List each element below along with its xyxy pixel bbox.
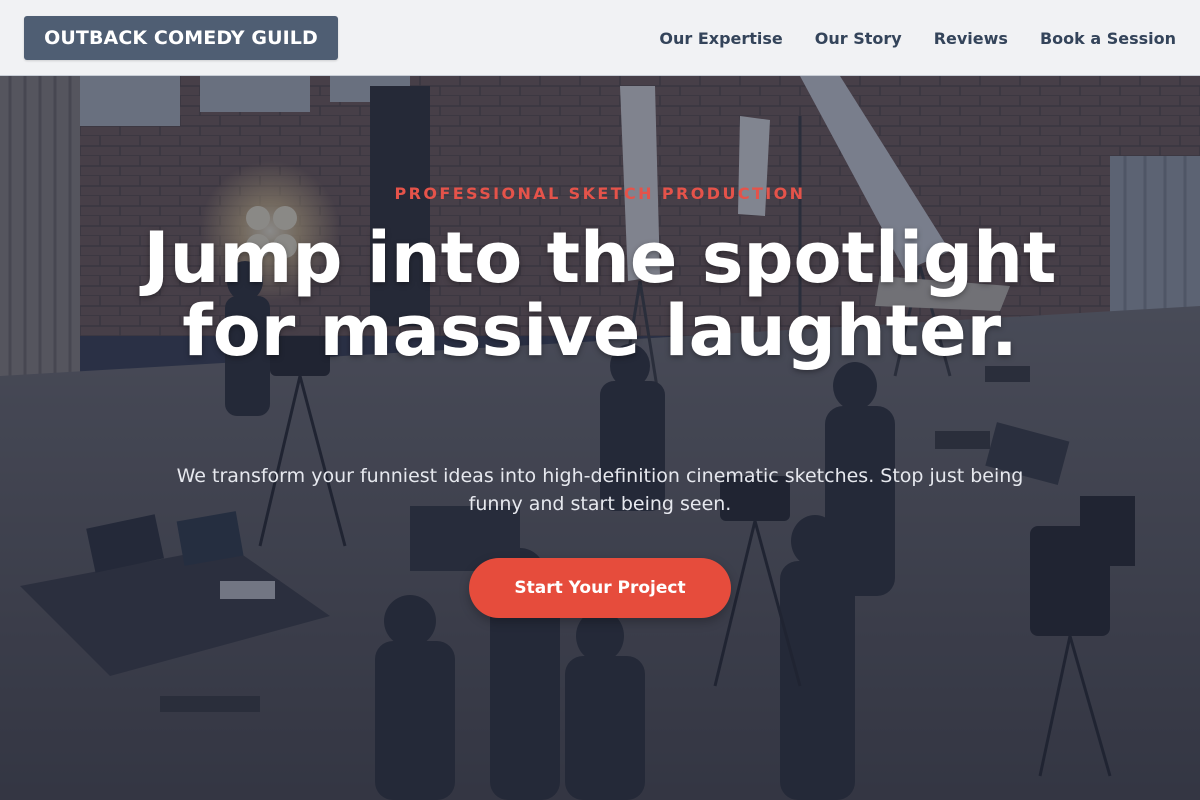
hero-content: PROFESSIONAL SKETCH PRODUCTION Jump into… [0,76,1200,800]
nav-link-book-a-session[interactable]: Book a Session [1040,29,1176,48]
hero-eyebrow: PROFESSIONAL SKETCH PRODUCTION [394,184,806,203]
nav-link-reviews[interactable]: Reviews [934,29,1008,48]
main-nav: Our Expertise Our Story Reviews Book a S… [659,0,1176,76]
hero-headline: Jump into the spotlight for massive laug… [143,217,1057,372]
site-logo[interactable]: OUTBACK COMEDY GUILD [24,16,338,60]
hero-subtext: We transform your funniest ideas into hi… [176,465,1024,515]
site-header: OUTBACK COMEDY GUILD Our Expertise Our S… [0,0,1200,76]
start-project-button[interactable]: Start Your Project [469,558,731,618]
nav-link-our-expertise[interactable]: Our Expertise [659,29,782,48]
nav-link-our-story[interactable]: Our Story [815,29,902,48]
